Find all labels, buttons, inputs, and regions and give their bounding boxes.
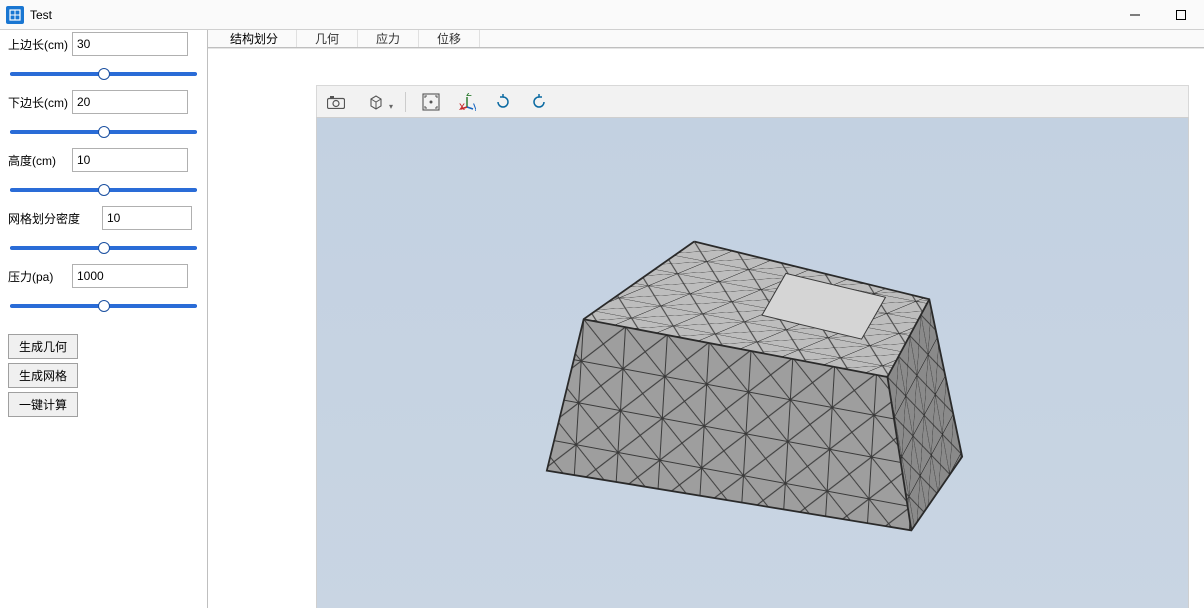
tab-geometry[interactable]: 几何 bbox=[297, 30, 358, 47]
window-minimize-button[interactable] bbox=[1112, 0, 1158, 30]
camera-icon[interactable] bbox=[325, 91, 347, 113]
param-row-top-length: 上边长(cm) bbox=[8, 32, 199, 56]
svg-text:x: x bbox=[459, 99, 465, 111]
param-label: 下边长(cm) bbox=[8, 94, 68, 111]
param-label: 上边长(cm) bbox=[8, 36, 68, 53]
view-cube-icon[interactable]: ▾ bbox=[361, 91, 391, 113]
pressure-input[interactable] bbox=[72, 264, 188, 288]
top-length-input[interactable] bbox=[72, 32, 188, 56]
one-click-compute-button[interactable]: 一键计算 bbox=[8, 392, 78, 417]
tab-stress[interactable]: 应力 bbox=[358, 30, 419, 47]
pressure-slider[interactable] bbox=[10, 305, 197, 307]
rotate-ccw-icon[interactable] bbox=[528, 91, 550, 113]
mesh-viewport[interactable] bbox=[316, 117, 1189, 608]
param-row-height: 高度(cm) bbox=[8, 148, 199, 172]
svg-text:z: z bbox=[466, 93, 472, 99]
window-maximize-button[interactable] bbox=[1158, 0, 1204, 30]
tab-strip: 结构划分 几何 应力 位移 bbox=[208, 30, 1204, 48]
toolbar-separator bbox=[405, 92, 406, 112]
generate-geometry-button[interactable]: 生成几何 bbox=[8, 334, 78, 359]
top-length-slider[interactable] bbox=[10, 73, 197, 75]
tab-displacement[interactable]: 位移 bbox=[419, 30, 480, 47]
bottom-length-slider[interactable] bbox=[10, 131, 197, 133]
xyz-axes-icon[interactable]: zyx bbox=[456, 91, 478, 113]
param-label: 压力(pa) bbox=[8, 268, 68, 285]
height-input[interactable] bbox=[72, 148, 188, 172]
param-label: 网格划分密度 bbox=[8, 210, 98, 227]
bottom-length-input[interactable] bbox=[72, 90, 188, 114]
tab-label: 应力 bbox=[376, 30, 400, 47]
mesh-density-slider[interactable] bbox=[10, 247, 197, 249]
viewport-toolbar: ▾ zyx bbox=[316, 85, 1189, 117]
parameters-panel: 上边长(cm) 下边长(cm) 高度(cm) 网格划分密度 压力(pa) 生成几… bbox=[0, 30, 208, 608]
mesh-density-input[interactable] bbox=[102, 206, 192, 230]
main-area: 结构划分 几何 应力 位移 ▾ zyx bbox=[208, 30, 1204, 608]
viewport-area: ▾ zyx bbox=[208, 48, 1204, 608]
svg-text:y: y bbox=[473, 99, 476, 111]
param-row-mesh-density: 网格划分密度 bbox=[8, 206, 199, 230]
title-bar: Test bbox=[0, 0, 1204, 30]
app-icon bbox=[6, 6, 24, 24]
window-title: Test bbox=[30, 8, 52, 22]
height-slider[interactable] bbox=[10, 189, 197, 191]
tab-label: 结构划分 bbox=[230, 30, 278, 47]
fit-extents-icon[interactable] bbox=[420, 91, 442, 113]
param-label: 高度(cm) bbox=[8, 152, 68, 169]
generate-mesh-button[interactable]: 生成网格 bbox=[8, 363, 78, 388]
tab-structure-division[interactable]: 结构划分 bbox=[212, 30, 297, 47]
param-row-pressure: 压力(pa) bbox=[8, 264, 199, 288]
tab-label: 位移 bbox=[437, 30, 461, 47]
chevron-down-icon: ▾ bbox=[389, 102, 393, 111]
param-row-bottom-length: 下边长(cm) bbox=[8, 90, 199, 114]
rotate-cw-icon[interactable] bbox=[492, 91, 514, 113]
tab-label: 几何 bbox=[315, 30, 339, 47]
